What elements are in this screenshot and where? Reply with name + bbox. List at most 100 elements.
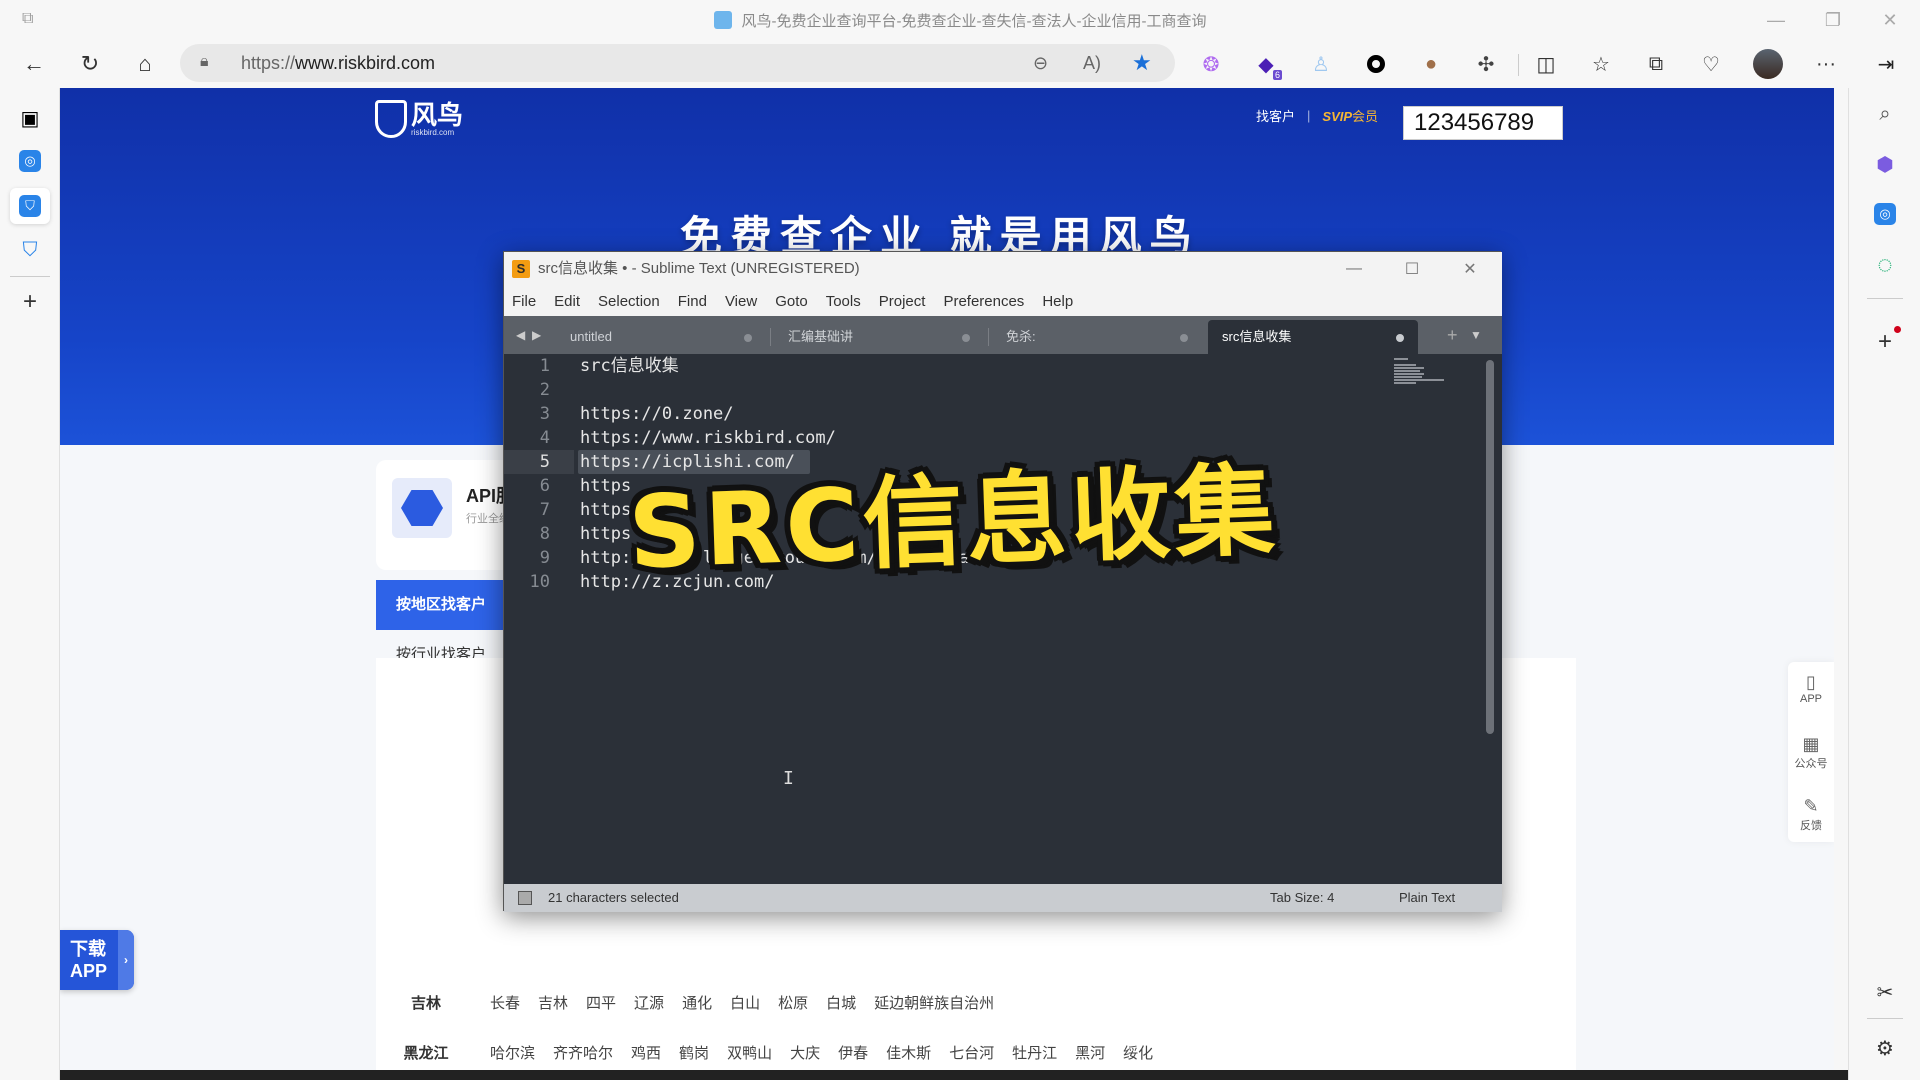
syntax-status[interactable]: Plain Text [1399, 884, 1455, 912]
city-link[interactable]: 白山 [730, 992, 760, 1013]
code-line[interactable]: https [580, 522, 631, 546]
menu-file[interactable]: File [512, 293, 536, 310]
city-link[interactable]: 四平 [586, 992, 616, 1013]
favorite-star-icon[interactable]: ★ [1132, 44, 1152, 82]
menu-help[interactable]: Help [1042, 293, 1073, 310]
menu-goto[interactable]: Goto [775, 293, 808, 310]
city-link[interactable]: 辽源 [634, 992, 664, 1013]
minimap[interactable] [1394, 358, 1450, 388]
browser-essentials-icon[interactable]: ♡ [1695, 48, 1727, 80]
tab-dirty-dot[interactable] [1396, 334, 1404, 342]
lock-icon[interactable]: 🔒︎ [200, 53, 209, 71]
sublime-title-bar[interactable]: S src信息收集 • - Sublime Text (UNREGISTERED… [504, 252, 1502, 286]
new-tab-icon[interactable]: + [12, 284, 48, 320]
tab-dirty-dot[interactable] [744, 334, 752, 342]
city-link[interactable]: 黑河 [1075, 1042, 1105, 1063]
code-line[interactable]: src信息收集 [580, 354, 679, 378]
city-link[interactable]: 哈尔滨 [490, 1042, 535, 1063]
profile-avatar[interactable] [1752, 48, 1784, 80]
sidebar-toggle-icon[interactable]: ⇥ [1870, 48, 1902, 80]
city-link[interactable]: 齐齐哈尔 [553, 1042, 613, 1063]
screenshot-icon[interactable]: ✂ [1867, 974, 1903, 1010]
shield-tab-icon[interactable]: ⛉ [12, 232, 48, 268]
code-editor[interactable]: 1 2 3 4 5 6 7 8 9 10 src信息收集 https://0.z… [504, 354, 1502, 884]
tab-dirty-dot[interactable] [1180, 334, 1188, 342]
city-link[interactable]: 通化 [682, 992, 712, 1013]
city-link[interactable]: 松原 [778, 992, 808, 1013]
restore-button[interactable]: ❐ [1805, 0, 1861, 40]
tab-actions-icon[interactable]: ▣ [12, 100, 48, 136]
city-link[interactable]: 延边朝鲜族自治州 [874, 992, 994, 1013]
home-button[interactable]: ⌂ [125, 40, 165, 88]
tab-list-dropdown-icon[interactable]: ▼ [1470, 316, 1482, 354]
figure-extension-icon[interactable]: ♙ [1305, 48, 1337, 80]
sublime-maximize-button[interactable]: ☐ [1384, 252, 1440, 286]
city-link[interactable]: 七台河 [949, 1042, 994, 1063]
zoom-out-icon[interactable]: ⊖ [1033, 44, 1048, 82]
copilot-icon[interactable]: ◎ [1867, 196, 1903, 232]
code-line[interactable]: https [580, 474, 631, 498]
find-customers-link[interactable]: 找客户 [1256, 106, 1295, 125]
collections-icon[interactable]: ⧉ [1640, 48, 1672, 80]
split-screen-icon[interactable]: ◫ [1530, 48, 1562, 80]
tab-next-icon[interactable]: ▶ [532, 316, 541, 354]
address-bar[interactable]: 🔒︎ https://www.riskbird.com ⊖ A) ★ [180, 44, 1175, 82]
layers-extension-icon[interactable]: ◆ 6 [1250, 48, 1282, 80]
menu-find[interactable]: Find [678, 293, 707, 310]
settings-icon[interactable]: ⚙ [1867, 1030, 1903, 1066]
menu-view[interactable]: View [725, 293, 757, 310]
search-icon[interactable]: ⌕ [1867, 96, 1903, 132]
city-link[interactable]: 佳木斯 [886, 1042, 931, 1063]
read-aloud-icon[interactable]: A) [1083, 44, 1101, 82]
minimize-button[interactable]: — [1748, 0, 1804, 40]
code-line[interactable]: https [580, 498, 631, 522]
panel-toggle-icon[interactable] [518, 891, 532, 905]
riskbird-tab[interactable]: ⛉ [10, 188, 50, 224]
city-link[interactable]: 牡丹江 [1012, 1042, 1057, 1063]
ring-extension-icon[interactable] [1360, 48, 1392, 80]
brain-extension-icon[interactable]: ❂ [1195, 48, 1227, 80]
menu-edit[interactable]: Edit [554, 293, 580, 310]
province-label[interactable]: 吉林 [376, 992, 476, 1013]
sublime-close-button[interactable]: ✕ [1442, 252, 1498, 286]
city-link[interactable]: 大庆 [790, 1042, 820, 1063]
office-icon[interactable]: ⬢ [1867, 146, 1903, 182]
download-app-button[interactable]: 下载 APP › [60, 930, 134, 990]
tab-assembly[interactable]: 汇编基础讲 [774, 320, 984, 354]
code-line[interactable]: https://0.zone/ [580, 402, 734, 426]
add-icon[interactable]: + [1867, 324, 1903, 360]
city-link[interactable]: 伊春 [838, 1042, 868, 1063]
tab-dirty-dot[interactable] [962, 334, 970, 342]
city-link[interactable]: 双鸭山 [727, 1042, 772, 1063]
menu-selection[interactable]: Selection [598, 293, 660, 310]
city-link[interactable]: 长春 [490, 992, 520, 1013]
loading-icon[interactable]: ◌ [1867, 246, 1903, 282]
copilot-search-tab[interactable]: ◎ [12, 143, 48, 179]
tab-untitled[interactable]: untitled [556, 320, 766, 354]
province-label[interactable]: 黑龙江 [376, 1042, 476, 1063]
more-menu-icon[interactable]: ··· [1810, 48, 1842, 80]
favorites-list-icon[interactable]: ☆ [1585, 48, 1617, 80]
phone-number-input[interactable]: 123456789 [1403, 106, 1563, 140]
back-button[interactable]: ← [14, 40, 54, 88]
cookie-extension-icon[interactable]: ● [1415, 48, 1447, 80]
menu-preferences[interactable]: Preferences [943, 293, 1024, 310]
tab-mianshai[interactable]: 免杀: [992, 320, 1202, 354]
tab-prev-icon[interactable]: ◀ [516, 316, 525, 354]
url-text[interactable]: https://www.riskbird.com [241, 44, 435, 82]
site-logo[interactable]: 风鸟 riskbird.com [375, 100, 463, 138]
extensions-puzzle-icon[interactable]: ✣ [1470, 48, 1502, 80]
menu-tools[interactable]: Tools [826, 293, 861, 310]
close-window-button[interactable]: ✕ [1862, 0, 1918, 40]
wechat-tool[interactable]: ▦ 公众号 [1788, 734, 1834, 771]
city-link[interactable]: 吉林 [538, 992, 568, 1013]
tab-src-info[interactable]: src信息收集 [1208, 320, 1418, 354]
tab-size-status[interactable]: Tab Size: 4 [1270, 884, 1334, 912]
city-link[interactable]: 鹤岗 [679, 1042, 709, 1063]
city-link[interactable]: 绥化 [1123, 1042, 1153, 1063]
refresh-button[interactable]: ↻ [70, 40, 110, 88]
city-link[interactable]: 鸡西 [631, 1042, 661, 1063]
app-tool[interactable]: ▯ APP [1788, 672, 1834, 705]
editor-scrollbar[interactable] [1486, 360, 1494, 734]
menu-project[interactable]: Project [879, 293, 926, 310]
